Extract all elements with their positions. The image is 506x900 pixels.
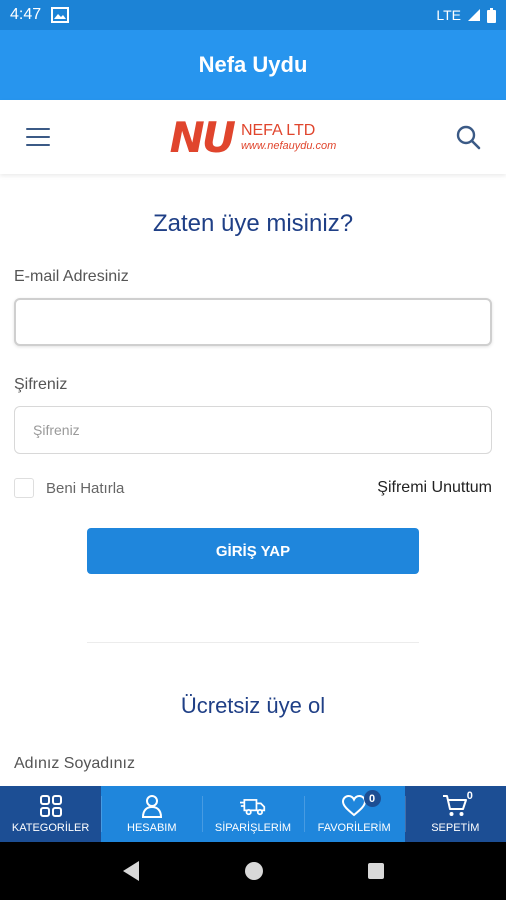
bottom-nav: KATEGORİLER HESABIM SİPARİŞLERİM 0 FAVOR… — [0, 786, 506, 842]
logo-url: www.nefauydu.com — [240, 140, 337, 152]
remember-row: Beni Hatırla Şifremi Unuttum — [14, 478, 492, 498]
logo[interactable]: NU NEFA LTD www.nefauydu.com — [170, 113, 337, 162]
nav-account-label: HESABIM — [127, 822, 177, 834]
user-icon — [141, 795, 162, 818]
app-bar: Nefa Uydu — [0, 30, 506, 100]
nav-cart[interactable]: 0 SEPETİM — [404, 786, 506, 842]
nav-categories[interactable]: KATEGORİLER — [0, 786, 102, 842]
email-label: E-mail Adresiniz — [14, 268, 129, 285]
grid-icon — [39, 795, 62, 817]
search-icon[interactable] — [454, 123, 482, 151]
nav-favorites-label: FAVORİLERİM — [317, 822, 391, 834]
divider — [87, 642, 419, 643]
cart-icon — [443, 795, 468, 816]
image-icon — [51, 7, 70, 23]
truck-icon — [239, 799, 266, 816]
email-field[interactable] — [14, 298, 492, 346]
app-title: Nefa Uydu — [198, 52, 308, 77]
nav-orders[interactable]: SİPARİŞLERİM — [202, 786, 303, 842]
nav-categories-label: KATEGORİLER — [11, 822, 90, 834]
nav-favorites[interactable]: 0 FAVORİLERİM — [303, 786, 405, 842]
back-icon[interactable] — [120, 859, 142, 883]
signup-title: Ücretsiz üye ol — [180, 693, 326, 718]
cart-count-badge: 0 — [466, 790, 473, 802]
battery-icon — [487, 7, 496, 23]
system-navigation-bar — [0, 842, 506, 900]
login-title: Zaten üye misiniz? — [152, 210, 354, 237]
home-icon[interactable] — [243, 860, 265, 882]
menu-icon[interactable] — [24, 125, 52, 149]
password-field[interactable] — [14, 406, 492, 454]
nav-orders-label: SİPARİŞLERİM — [214, 822, 292, 834]
nav-cart-label: SEPETİM — [431, 822, 480, 834]
logo-mark: NU — [169, 112, 236, 162]
favorites-count-badge: 0 — [363, 790, 381, 807]
status-time: 4:47 — [10, 6, 42, 23]
nav-account[interactable]: HESABIM — [101, 786, 202, 842]
remember-checkbox[interactable] — [14, 478, 34, 498]
forgot-password-link[interactable]: Şifremi Unuttum — [377, 479, 492, 497]
signal-icon — [468, 9, 480, 21]
site-header: NU NEFA LTD www.nefauydu.com — [0, 100, 506, 174]
password-label: Şifreniz — [14, 376, 68, 393]
remember-label[interactable]: Beni Hatırla — [46, 480, 124, 497]
network-type: LTE — [436, 7, 461, 23]
logo-name: NEFA LTD — [240, 122, 316, 139]
recents-icon[interactable] — [366, 861, 386, 881]
status-bar: 4:47 LTE — [0, 0, 506, 30]
login-content: Zaten üye misiniz? E-mail Adresiniz Şifr… — [0, 174, 506, 786]
name-label: Adınız Soyadınız — [14, 755, 135, 772]
login-button[interactable]: GİRİŞ YAP — [87, 528, 419, 574]
